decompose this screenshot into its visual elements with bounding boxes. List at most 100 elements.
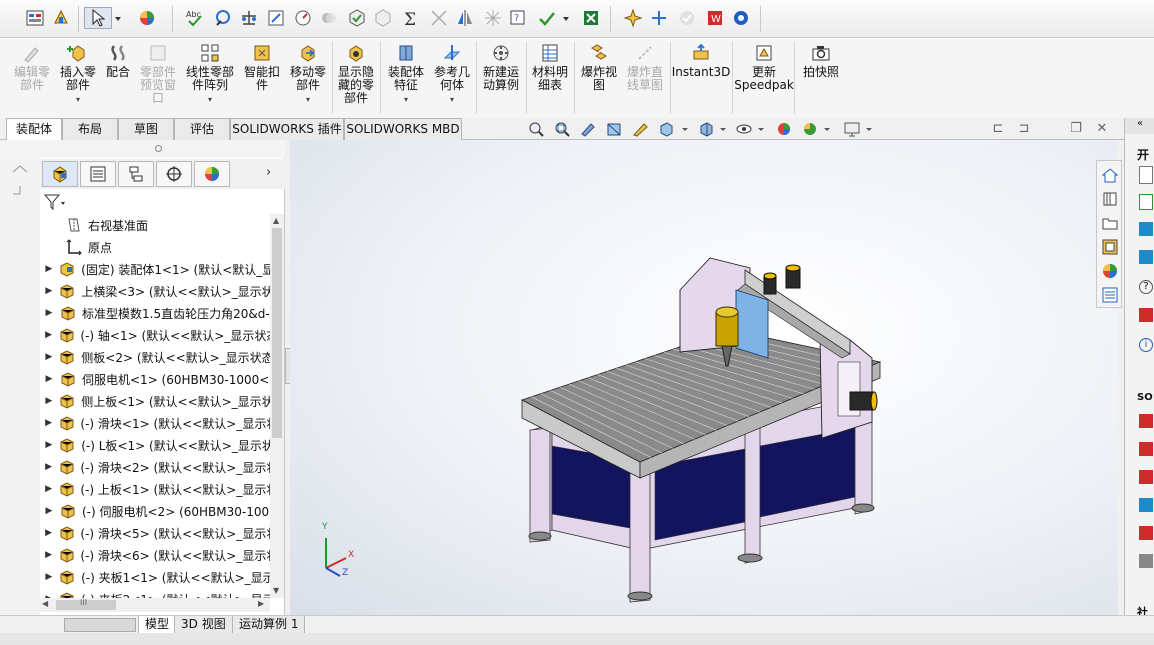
- section-icon[interactable]: [265, 7, 287, 29]
- collapse-dot-icon[interactable]: [155, 145, 162, 152]
- measure-icon[interactable]: [212, 7, 234, 29]
- tree-item[interactable]: ▶ (-) 轴<1> (默认<<默认>_显示状态: [40, 324, 270, 346]
- tab-propertymanager[interactable]: [80, 161, 116, 187]
- explode-line-sketch-button[interactable]: 爆炸直 线草图: [622, 42, 668, 92]
- sw-resource5-icon[interactable]: [1139, 526, 1153, 540]
- window-close-icon[interactable]: ✕: [1094, 121, 1110, 137]
- zoom-to-fit-icon[interactable]: [526, 120, 546, 138]
- tab-sketch[interactable]: 草图: [118, 118, 174, 140]
- dropdown-arrow-icon[interactable]: ▾: [404, 93, 408, 106]
- hide-show-dropdown-icon[interactable]: [756, 120, 766, 138]
- new-motion-study-button[interactable]: 新建运 动算例: [478, 42, 524, 92]
- expand-arrow-icon[interactable]: ▶: [40, 308, 58, 318]
- view-orientation-icon[interactable]: [656, 120, 676, 138]
- help-icon[interactable]: ?: [1139, 280, 1153, 294]
- tree-item[interactable]: ▶ 侧板<2> (默认<<默认>_显示状态: [40, 346, 270, 368]
- scroll-up-icon[interactable]: ▲: [273, 216, 279, 225]
- tree-horizontal-scrollbar[interactable]: ◀ III ▶: [40, 598, 270, 612]
- design-library-icon[interactable]: [1100, 189, 1120, 209]
- section-view-icon[interactable]: [604, 120, 624, 138]
- tree-item[interactable]: 右视基准面: [40, 214, 270, 236]
- display-style-dropdown-icon[interactable]: [718, 120, 728, 138]
- info-icon[interactable]: i: [1139, 338, 1153, 352]
- tab-featuremanager[interactable]: [42, 161, 78, 187]
- tree-item[interactable]: ▶ (-) 滑块<6> (默认<<默认>_显示状: [40, 544, 270, 566]
- confirm-icon[interactable]: [676, 7, 698, 29]
- view-settings-dropdown-icon[interactable]: [864, 120, 874, 138]
- scrollbar-thumb[interactable]: [272, 228, 282, 438]
- sw-resource4-icon[interactable]: [1139, 498, 1153, 512]
- cnc-router-model[interactable]: [290, 140, 1118, 618]
- exploded-view-button[interactable]: 爆炸视 图: [576, 42, 622, 92]
- appearance-icon[interactable]: [136, 7, 158, 29]
- expand-arrow-icon[interactable]: ▶: [40, 286, 58, 296]
- dropdown-arrow-icon[interactable]: ▾: [306, 93, 310, 106]
- window-restore-icon[interactable]: ❐: [1068, 121, 1084, 137]
- tab-layout[interactable]: 布局: [62, 118, 118, 140]
- zoom-area-icon[interactable]: [552, 120, 572, 138]
- scroll-left-icon[interactable]: ◀: [42, 599, 48, 608]
- rebuild-icon[interactable]: [50, 7, 72, 29]
- expand-arrow-icon[interactable]: ▶: [40, 330, 57, 340]
- tab-motion-study[interactable]: 运动算例 1: [232, 616, 306, 634]
- scrollbar-thumb[interactable]: III: [56, 598, 116, 610]
- scene-dropdown-icon[interactable]: [822, 120, 832, 138]
- symmetry-icon[interactable]: [454, 7, 476, 29]
- expand-arrow-icon[interactable]: ▶: [40, 264, 58, 274]
- options-icon[interactable]: [24, 7, 46, 29]
- tab-configurationmanager[interactable]: [118, 161, 154, 187]
- explode-icon[interactable]: [622, 7, 644, 29]
- insert-component-button[interactable]: 插入零 部件 ▾: [56, 42, 100, 106]
- dropdown-arrow-icon[interactable]: ▾: [208, 93, 212, 106]
- smart-fasteners-button[interactable]: 智能扣 件: [240, 42, 284, 92]
- expand-arrow-icon[interactable]: ▶: [40, 374, 58, 384]
- side-tools-icon[interactable]: [10, 164, 30, 204]
- tab-model[interactable]: 模型: [138, 616, 177, 634]
- dynamic-annotation-icon[interactable]: [630, 120, 650, 138]
- view-orientation-dropdown-icon[interactable]: [680, 120, 690, 138]
- view-palette-icon[interactable]: [1100, 237, 1120, 257]
- thickness-icon[interactable]: [428, 7, 450, 29]
- bill-of-materials-button[interactable]: 材料明 细表: [528, 42, 572, 92]
- gauge-icon[interactable]: [292, 7, 314, 29]
- tab-solidworks-mbd[interactable]: SOLIDWORKS MBD: [344, 118, 462, 140]
- tab-solidworks-addins[interactable]: SOLIDWORKS 插件: [230, 118, 344, 140]
- expand-arrow-icon[interactable]: ▶: [40, 528, 57, 538]
- restore-left-icon[interactable]: ⊏: [990, 121, 1006, 137]
- tree-item[interactable]: ▶ (-) 夹板1<1> (默认<<默认>_显示: [40, 566, 270, 588]
- mate-button[interactable]: 配合: [100, 42, 136, 79]
- filter-icon[interactable]: [43, 193, 67, 211]
- tutorial-icon[interactable]: [1139, 222, 1153, 236]
- graphics-viewport[interactable]: Y X Z: [290, 140, 1118, 618]
- restore-right-icon[interactable]: ⊐: [1016, 121, 1032, 137]
- select-icon[interactable]: [84, 7, 112, 29]
- edit-appearance-icon[interactable]: [774, 120, 794, 138]
- edit-component-button[interactable]: 编辑零 部件: [10, 42, 54, 92]
- tree-item[interactable]: ▶ (固定) 装配体1<1> (默认<默认_显: [40, 258, 270, 280]
- hide-show-items-icon[interactable]: [734, 120, 754, 138]
- view-settings-icon[interactable]: [842, 120, 862, 138]
- expand-arrow-icon[interactable]: ▶: [40, 506, 58, 516]
- tree-item[interactable]: ▶ 伺服电机<1> (60HBM30-1000<: [40, 368, 270, 390]
- expand-arrow-icon[interactable]: ▶: [40, 462, 57, 472]
- assembly-features-button[interactable]: 装配体 特征 ▾: [384, 42, 428, 106]
- previous-view-icon[interactable]: [578, 120, 598, 138]
- scroll-right-icon[interactable]: ▶: [258, 599, 264, 608]
- mass-properties-icon[interactable]: [238, 7, 260, 29]
- whats-new-icon[interactable]: [1139, 308, 1153, 322]
- geometry-analysis-icon[interactable]: [372, 7, 394, 29]
- tree-item[interactable]: ▶(-) 夹板2<1> (默认<<默认>_显示: [40, 588, 270, 598]
- dropdown-arrow-icon[interactable]: ▾: [76, 93, 80, 106]
- feature-stats-icon[interactable]: [482, 7, 504, 29]
- expand-arrow-icon[interactable]: ▶: [40, 418, 57, 428]
- component-preview-button[interactable]: 零部件 预览窗 口: [136, 42, 180, 105]
- sum-icon[interactable]: Σ: [400, 7, 422, 29]
- excel-export-icon[interactable]: [580, 7, 602, 29]
- dropdown-arrow-icon[interactable]: ▾: [450, 93, 454, 106]
- select-dropdown-icon[interactable]: [112, 7, 124, 29]
- evaluate-dropdown-icon[interactable]: [560, 7, 572, 29]
- task-pane-collapse-icon[interactable]: «: [1125, 118, 1154, 134]
- expand-arrow-icon[interactable]: ▶: [40, 352, 58, 362]
- take-snapshot-button[interactable]: 拍快照: [798, 42, 844, 79]
- move-component-icon[interactable]: [648, 7, 670, 29]
